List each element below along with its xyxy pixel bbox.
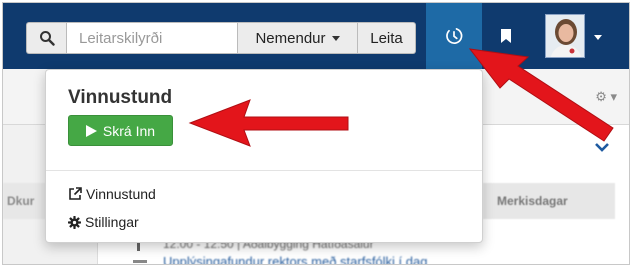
gear-icon <box>68 215 81 229</box>
play-icon <box>85 124 97 137</box>
user-avatar[interactable] <box>545 14 585 58</box>
bookmark-icon <box>501 28 511 43</box>
user-menu-caret-icon[interactable] <box>594 35 602 40</box>
scope-dropdown[interactable]: Nemendur <box>238 22 358 54</box>
timeline-marker <box>133 260 147 263</box>
settings-gear-icon[interactable]: ⚙ ▾ <box>595 89 617 105</box>
vinnustund-dropdown: Vinnustund Skrá Inn Vinnustund Stillinga… <box>45 69 483 243</box>
clock-icon <box>446 28 463 44</box>
search-icon <box>39 31 55 46</box>
scope-dropdown-label: Nemendur <box>255 29 326 47</box>
dropdown-title: Vinnustund <box>68 87 173 108</box>
caret-down-icon <box>331 35 340 41</box>
menu-item-stillingar[interactable]: Stillingar <box>68 214 139 230</box>
search-button[interactable]: Leita <box>358 22 416 54</box>
bookmark-button[interactable] <box>489 3 523 69</box>
menu-item-label: Vinnustund <box>86 186 156 202</box>
menu-item-vinnustund[interactable]: Vinnustund <box>68 186 156 202</box>
check-in-button[interactable]: Skrá Inn <box>68 115 173 146</box>
dropdown-divider <box>46 170 482 171</box>
top-navbar: Nemendur Leita <box>3 3 629 69</box>
event-title-link[interactable]: Upplýsingafundur rektors með starfsfólki… <box>163 254 427 264</box>
external-link-icon <box>69 187 82 200</box>
check-in-label: Skrá Inn <box>102 122 156 139</box>
menu-item-label: Stillingar <box>85 214 139 230</box>
search-icon-button[interactable] <box>26 22 66 54</box>
search-input[interactable] <box>66 22 238 54</box>
merkisdagar-header: Merkisdagar <box>483 183 615 219</box>
user-avatar-photo <box>546 15 584 57</box>
screenshot-frame: Nemendur Leita ⚙ ▾ <box>2 2 630 265</box>
chevron-down-icon[interactable] <box>595 139 609 157</box>
clock-button[interactable] <box>426 3 482 69</box>
